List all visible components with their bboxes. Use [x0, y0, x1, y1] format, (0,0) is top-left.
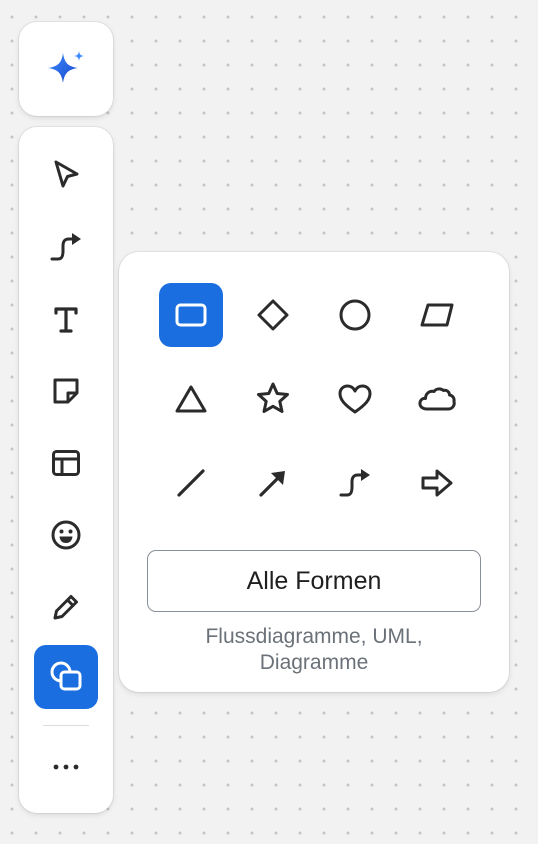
- emoji-tool-button[interactable]: [34, 503, 98, 567]
- shape-cloud[interactable]: [405, 367, 469, 431]
- connector-tool-button[interactable]: [34, 215, 98, 279]
- select-tool-button[interactable]: [34, 143, 98, 207]
- shapes-hint-line-1: Flussdiagramme, UML,: [205, 625, 423, 648]
- tool-sidebar: [19, 127, 113, 813]
- shape-connector[interactable]: [323, 451, 387, 515]
- shape-rectangle[interactable]: [159, 283, 223, 347]
- cloud-icon: [418, 387, 456, 411]
- shape-circle[interactable]: [323, 283, 387, 347]
- line-icon: [177, 469, 205, 497]
- ai-assistant-button[interactable]: [19, 22, 113, 116]
- shape-arrow[interactable]: [241, 451, 305, 515]
- circle-icon: [339, 299, 371, 331]
- diamond-icon: [257, 299, 289, 331]
- shape-star[interactable]: [241, 367, 305, 431]
- all-shapes-button[interactable]: Alle Formen: [147, 550, 481, 612]
- shapes-icon: [50, 661, 82, 691]
- cursor-arrow-icon: [54, 160, 79, 188]
- layout-icon: [52, 450, 80, 476]
- shape-diamond[interactable]: [241, 283, 305, 347]
- shapes-hint-text: Flussdiagramme, UML, Diagramme: [119, 624, 509, 676]
- star-icon: [257, 382, 289, 413]
- connector-arrow-icon: [50, 233, 81, 261]
- shapes-panel: Alle Formen Flussdiagramme, UML, Diagram…: [119, 252, 509, 692]
- more-tools-button[interactable]: [34, 735, 98, 799]
- sticky-note-icon: [53, 378, 79, 404]
- parallelogram-icon: [420, 303, 454, 327]
- text-icon: [54, 307, 78, 333]
- shape-block-arrow[interactable]: [405, 451, 469, 515]
- shapes-tool-button[interactable]: [34, 645, 98, 709]
- pen-tool-button[interactable]: [34, 575, 98, 639]
- arrow-icon: [259, 471, 285, 497]
- rectangle-icon: [175, 303, 207, 327]
- smiley-icon: [51, 520, 81, 550]
- triangle-icon: [175, 385, 207, 413]
- template-tool-button[interactable]: [34, 431, 98, 495]
- sparkle-icon: [48, 51, 84, 83]
- connector-icon: [339, 469, 370, 497]
- heart-icon: [338, 384, 372, 414]
- toolbar-divider: [43, 725, 89, 726]
- shape-line[interactable]: [159, 451, 223, 515]
- text-tool-button[interactable]: [34, 287, 98, 351]
- pencil-icon: [53, 595, 78, 620]
- more-icon: [53, 764, 79, 770]
- shape-heart[interactable]: [323, 367, 387, 431]
- sticky-note-tool-button[interactable]: [34, 359, 98, 423]
- shape-parallelogram[interactable]: [405, 283, 469, 347]
- block-arrow-icon: [421, 469, 453, 497]
- shapes-hint-line-2: Diagramme: [259, 651, 369, 674]
- shape-triangle[interactable]: [159, 367, 223, 431]
